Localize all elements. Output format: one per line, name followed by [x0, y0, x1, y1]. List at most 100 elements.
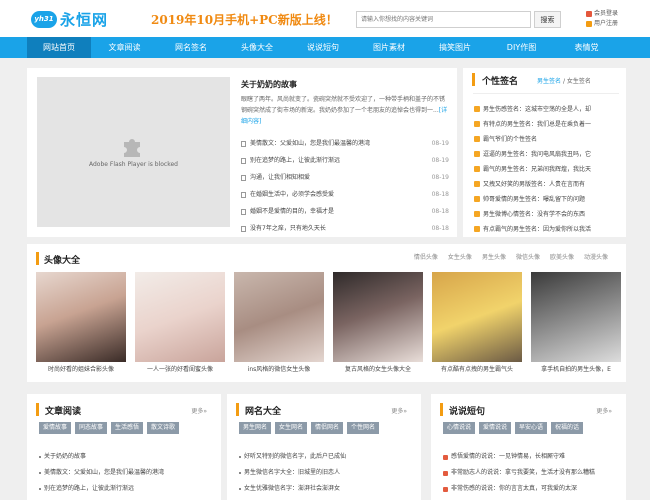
avatar-caption[interactable]: 时尚好看的姐妹合影头像 — [32, 364, 130, 373]
signature-text: 逗逼的男生签名：我问电风扇我丑吗，它 — [483, 151, 592, 158]
list-item[interactable]: 男生微信名字大全：旧城里的旧恋人 — [239, 465, 346, 481]
search-button[interactable]: 搜索 — [534, 11, 561, 28]
category-chip[interactable]: 同态故事 — [75, 422, 108, 434]
list-item-title: 没有7年之痒，只有地久天长 — [250, 225, 326, 232]
tab-female-signatures[interactable]: 女生签名 — [567, 78, 591, 85]
list-item[interactable]: 关于奶奶的故事 — [39, 449, 164, 465]
category-chip[interactable]: 爱情说说 — [479, 422, 512, 434]
featured-title[interactable]: 关于奶奶的故事 — [241, 79, 297, 90]
list-item-title: 好听又特别的微信名字，此后户已成仙 — [244, 453, 347, 460]
list-item-date: 08-18 — [431, 191, 449, 198]
section-marker — [36, 252, 39, 265]
list-item-title: 非常伤感的说说：你的言言太真，可我爱的太深 — [451, 485, 578, 492]
avatar-thumbnail[interactable] — [135, 272, 225, 362]
list-item[interactable]: 婚姻不是爱情的目的，幸福才是 08-18 — [241, 203, 449, 220]
avatars-section: 头像大全 情侣头像 女生头像 男生头像 微信头像 欧美头像 动漫头像 时尚好看的… — [27, 244, 626, 382]
tab-female-avatars[interactable]: 女生头像 — [448, 252, 472, 261]
category-chip[interactable]: 女生网名 — [275, 422, 308, 434]
avatar-caption[interactable]: ins风格的微信女生头像 — [230, 364, 328, 373]
tab-western-avatars[interactable]: 欧美头像 — [550, 252, 574, 261]
list-item[interactable]: 非常励志人的说说：拿亏我要笑，生活才没有那么糟糕 — [443, 465, 621, 481]
tab-wechat-avatars[interactable]: 微信头像 — [516, 252, 540, 261]
list-item[interactable]: 男生伤感签名：这城市空荡的全是人，却 — [474, 101, 614, 116]
avatar-caption[interactable]: 复古风格的女生头像大全 — [329, 364, 427, 373]
more-link[interactable]: 更多» — [391, 406, 407, 415]
category-chip[interactable]: 男生网名 — [239, 422, 272, 434]
note-icon — [474, 105, 480, 112]
nav-emoji[interactable]: 表情党 — [555, 37, 618, 58]
login-link[interactable]: 会员登录 — [586, 9, 618, 19]
list-item[interactable]: 美情散文：父爱如山，您是我们最温馨的港湾 08-19 — [241, 135, 449, 152]
nav-home[interactable]: 网站首页 — [27, 37, 91, 58]
search-input[interactable] — [356, 11, 531, 28]
tab-anime-avatars[interactable]: 动漫头像 — [584, 252, 608, 261]
list-item[interactable]: 霸气爷们的个性签名 — [474, 131, 614, 146]
list-item[interactable]: 在婚姻生活中，必须学会感受爱 08-18 — [241, 186, 449, 203]
nicknames-card: 网名大全 更多» 男生网名 女生网名 情侣网名 个性网名 好听又特别的微信名字，… — [227, 394, 421, 500]
list-item[interactable]: 男生微博心情签名：没有学不会的东西 — [474, 206, 614, 221]
category-chip[interactable]: 散文诗歌 — [147, 422, 180, 434]
list-item[interactable]: 别在追梦的路上，让彼此渐行渐远 08-19 — [241, 152, 449, 169]
list-item[interactable]: 沟通，让我们相知相爱 08-19 — [241, 169, 449, 186]
signature-text: 男生微博心情签名：没有学不会的东西 — [483, 211, 586, 218]
list-item[interactable]: 感悟爱情的说说：一见钟情易，长相厮守难 — [443, 449, 621, 465]
list-item-date: 08-19 — [431, 157, 449, 164]
category-chip[interactable]: 个性网名 — [347, 422, 380, 434]
list-item[interactable]: 帅哥爱情的男生签名：曝乱留下的问题 — [474, 191, 614, 206]
more-link[interactable]: 更多» — [191, 406, 207, 415]
category-chip[interactable]: 爱情故事 — [39, 422, 72, 434]
tab-male-signatures[interactable]: 男生签名 — [537, 78, 561, 85]
avatar-caption[interactable]: 拿手机自拍的男生头像，E — [527, 364, 625, 373]
tab-separator: / — [562, 78, 565, 85]
nav-avatars[interactable]: 头像大全 — [224, 37, 290, 58]
avatar-thumbnail[interactable] — [531, 272, 621, 362]
tab-couple-avatars[interactable]: 情侣头像 — [414, 252, 438, 261]
avatar-thumbnail[interactable] — [36, 272, 126, 362]
list-item[interactable]: 好听又特别的微信名字，此后户已成仙 — [239, 449, 346, 465]
list-item[interactable]: 没有7年之痒，只有地久天长 08-18 — [241, 220, 449, 237]
category-chip[interactable]: 心情说说 — [443, 422, 476, 434]
featured-desc-text: 眼瞎了两年。风尚就变了。瓷碗突然就不受欢迎了，一种带手柄和盖子的不锈钢碗突然成了… — [241, 96, 446, 114]
list-item[interactable]: 非常伤感的说说：你的言言太真，可我爱的太深 — [443, 481, 621, 497]
avatar-thumbnail[interactable] — [333, 272, 423, 362]
nav-funny[interactable]: 搞笑图片 — [422, 37, 488, 58]
nav-articles[interactable]: 文章阅读 — [91, 37, 158, 58]
nav-quotes[interactable]: 说说短句 — [290, 37, 356, 58]
category-chip[interactable]: 祝福的话 — [551, 422, 584, 434]
document-icon — [241, 225, 246, 232]
nav-images[interactable]: 图片素材 — [356, 37, 422, 58]
signature-tabs: 男生签名 / 女生签名 — [537, 76, 591, 85]
section-marker — [236, 403, 239, 416]
avatar-thumbnail[interactable] — [234, 272, 324, 362]
avatar-caption[interactable]: 一人一张的好看闺蜜头像 — [131, 364, 229, 373]
more-link[interactable]: 更多» — [596, 406, 612, 415]
quote-icon — [443, 486, 448, 492]
list-item[interactable]: 美情散文：父爱如山，您是我们最温馨的港湾 — [39, 465, 164, 481]
site-logo[interactable]: yh31 永恒网 — [31, 8, 108, 30]
list-item[interactable]: 逗逼的男生签名：我问电风扇我丑吗，它 — [474, 146, 614, 161]
list-item-title: 关于奶奶的故事 — [44, 453, 87, 460]
category-chip[interactable]: 生活感悟 — [111, 422, 144, 434]
list-item[interactable]: 有特点的男生签名：我们总是在乘负着一 — [474, 116, 614, 131]
list-item-title: 别在追梦的路上，让彼此渐行渐远 — [250, 157, 341, 164]
avatar-tabs: 情侣头像 女生头像 男生头像 微信头像 欧美头像 动漫头像 — [404, 252, 608, 261]
featured-list: 美情散文：父爱如山，您是我们最温馨的港湾 08-19 别在追梦的路上，让彼此渐行渐… — [241, 135, 449, 237]
note-icon — [474, 210, 480, 217]
list-item[interactable]: 女生优雅微信名字：澎湃社会澎湃女 — [239, 481, 346, 497]
user-links: 会员登录 用户注册 — [586, 9, 618, 29]
tab-male-avatars[interactable]: 男生头像 — [482, 252, 506, 261]
avatar-caption[interactable]: 有点酷有点拽的男生霸气头 — [428, 364, 526, 373]
category-chip[interactable]: 情侣网名 — [311, 422, 344, 434]
register-icon — [586, 21, 592, 27]
list-item[interactable]: 又拽又好笑的男版签名：人贵在言而有 — [474, 176, 614, 191]
list-item[interactable]: 霸气的男生签名：兄弟间我辉煌，我比天 — [474, 161, 614, 176]
nav-diy[interactable]: DIY作图 — [488, 37, 555, 58]
avatar-thumbnail[interactable] — [432, 272, 522, 362]
top-header: yh31 永恒网 2019年10月手机+PC新版上线！ 搜索 会员登录 用户注册 — [0, 0, 650, 37]
category-chip[interactable]: 早安心语 — [515, 422, 548, 434]
register-link[interactable]: 用户注册 — [586, 19, 618, 29]
list-item[interactable]: 有点霸气的男生签名：因为爱你所以我活 — [474, 221, 614, 236]
flash-placeholder[interactable]: Adobe Flash Player is blocked — [37, 77, 230, 227]
list-item[interactable]: 别在追梦的路上，让彼此渐行渐远 — [39, 481, 164, 497]
nav-signatures[interactable]: 网名签名 — [158, 37, 224, 58]
